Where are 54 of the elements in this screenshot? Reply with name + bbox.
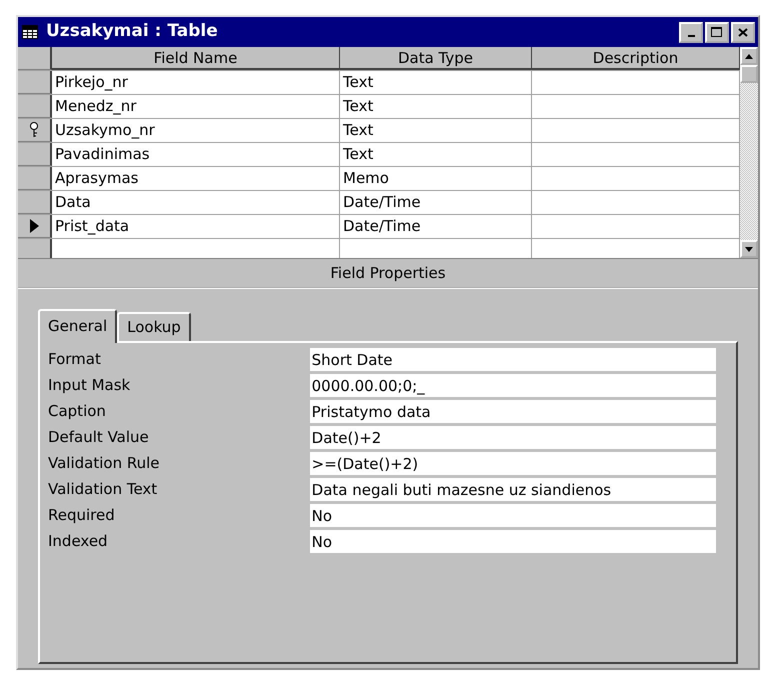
table-cell[interactable]: Text bbox=[340, 71, 532, 94]
table-cell[interactable]: Pirkejo_nr bbox=[52, 71, 340, 94]
scroll-thumb[interactable] bbox=[740, 65, 758, 83]
table-cell[interactable]: Text bbox=[340, 119, 532, 142]
scroll-up-button[interactable] bbox=[740, 47, 758, 65]
maximize-button[interactable] bbox=[705, 22, 729, 42]
table-icon bbox=[22, 25, 38, 39]
property-label: Input Mask bbox=[48, 375, 132, 396]
property-label: Format bbox=[48, 349, 102, 370]
property-field[interactable]: Pristatymo data bbox=[310, 400, 716, 424]
tab[interactable]: Lookup bbox=[117, 312, 191, 340]
table-cell[interactable]: Menedz_nr bbox=[52, 95, 340, 118]
table-cell[interactable]: Memo bbox=[340, 167, 532, 190]
column-header: Data Type bbox=[340, 47, 532, 70]
down-arrow-icon bbox=[745, 246, 753, 252]
column-header: Field Name bbox=[52, 47, 340, 70]
row-selector[interactable] bbox=[18, 215, 52, 238]
property-field[interactable]: 0000.00.00;0;_ bbox=[310, 374, 716, 398]
property-label: Validation Text bbox=[48, 479, 158, 500]
property-field[interactable]: Date()+2 bbox=[310, 426, 716, 450]
close-button[interactable] bbox=[731, 22, 755, 42]
table-cell[interactable]: Aprasymas bbox=[52, 167, 340, 190]
property-label: Validation Rule bbox=[48, 453, 160, 474]
property-label: Caption bbox=[48, 401, 107, 422]
table-cell[interactable]: Prist_data bbox=[52, 215, 340, 238]
tab[interactable]: General bbox=[38, 309, 118, 342]
column-header: Description bbox=[532, 47, 740, 70]
minimize-icon bbox=[688, 35, 694, 37]
window-title: Uzsakymai : Table bbox=[46, 20, 219, 44]
close-icon bbox=[738, 28, 748, 36]
property-field[interactable]: >=(Date()+2) bbox=[310, 452, 716, 476]
property-label: Required bbox=[48, 505, 116, 526]
table-cell[interactable]: Pavadinimas bbox=[52, 143, 340, 166]
table-cell[interactable]: Data bbox=[52, 191, 340, 214]
table-cell[interactable]: Date/Time bbox=[340, 215, 532, 238]
section-title: Field Properties bbox=[18, 259, 758, 289]
up-arrow-icon bbox=[745, 54, 753, 58]
scrollbar[interactable] bbox=[740, 47, 758, 258]
property-field[interactable]: No bbox=[310, 530, 716, 554]
property-field[interactable]: Data negali buti mazesne uz siandienos bbox=[310, 478, 716, 502]
table-cell[interactable]: Uzsakymo_nr bbox=[52, 119, 340, 142]
table-cell[interactable]: Text bbox=[340, 143, 532, 166]
scroll-down-button[interactable] bbox=[740, 240, 758, 258]
row-selector[interactable] bbox=[18, 119, 52, 142]
property-label: Default Value bbox=[48, 427, 150, 448]
table-cell[interactable]: Date/Time bbox=[340, 191, 532, 214]
maximize-icon bbox=[711, 26, 723, 38]
table-cell[interactable]: Text bbox=[340, 95, 532, 118]
property-field[interactable]: Short Date bbox=[310, 348, 716, 372]
current-row-icon bbox=[30, 219, 38, 233]
property-label: Indexed bbox=[48, 531, 109, 552]
minimize-button[interactable] bbox=[679, 22, 703, 42]
property-field[interactable]: No bbox=[310, 504, 716, 528]
key-icon bbox=[29, 122, 39, 138]
